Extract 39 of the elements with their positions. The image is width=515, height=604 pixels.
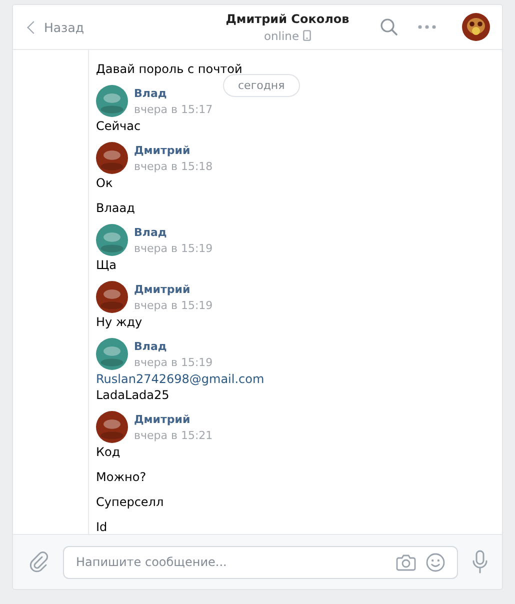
email-link[interactable]: Ruslan2742698@gmail.com — [96, 371, 264, 387]
message-time: вчера в 15:17 — [134, 103, 213, 116]
paperclip-icon[interactable] — [29, 551, 49, 573]
online-status: online — [264, 28, 300, 42]
author-name[interactable]: Влад — [134, 226, 213, 239]
message-time: вчера в 15:21 — [134, 429, 213, 442]
message-text: LadaLada25 — [96, 387, 170, 403]
message-text: Ну жду — [96, 314, 142, 330]
message-time: вчера в 15:18 — [134, 160, 213, 173]
author-name[interactable]: Дмитрий — [134, 144, 213, 157]
avatar[interactable] — [462, 13, 490, 41]
author-name[interactable]: Влад — [134, 87, 213, 100]
avatar[interactable] — [96, 281, 128, 313]
author-name[interactable]: Влад — [134, 340, 213, 353]
message-text: Код — [96, 444, 120, 460]
avatar[interactable] — [96, 411, 128, 443]
chat-title: Дмитрий Соколов — [226, 12, 350, 26]
author-name[interactable]: Дмитрий — [134, 413, 213, 426]
phone-icon — [303, 30, 312, 41]
message-text: Id — [96, 519, 108, 534]
emoji-icon[interactable] — [426, 552, 445, 572]
message-field[interactable]: Напишите сообщение... — [63, 546, 458, 578]
camera-icon[interactable] — [396, 554, 416, 570]
date-divider: сегодня — [223, 74, 300, 97]
message-text: Давай пороль с почтой — [96, 61, 242, 77]
message-text: Суперселл — [96, 494, 164, 510]
message-text: Ок — [96, 175, 113, 191]
message-input[interactable]: Напишите сообщение... — [76, 555, 386, 569]
message-time: вчера в 15:19 — [134, 242, 213, 255]
author-name[interactable]: Дмитрий — [134, 283, 213, 296]
back-link[interactable]: Назад — [25, 20, 195, 34]
message-text: Влаад — [96, 200, 135, 216]
message-text: Ща — [96, 257, 116, 273]
avatar[interactable] — [96, 142, 128, 174]
message-time: вчера в 15:19 — [134, 299, 213, 312]
message-text: Можно? — [96, 469, 146, 485]
message-text: Сейчас — [96, 118, 141, 134]
message-time: вчера в 15:19 — [134, 356, 213, 369]
search-icon[interactable] — [380, 18, 398, 36]
